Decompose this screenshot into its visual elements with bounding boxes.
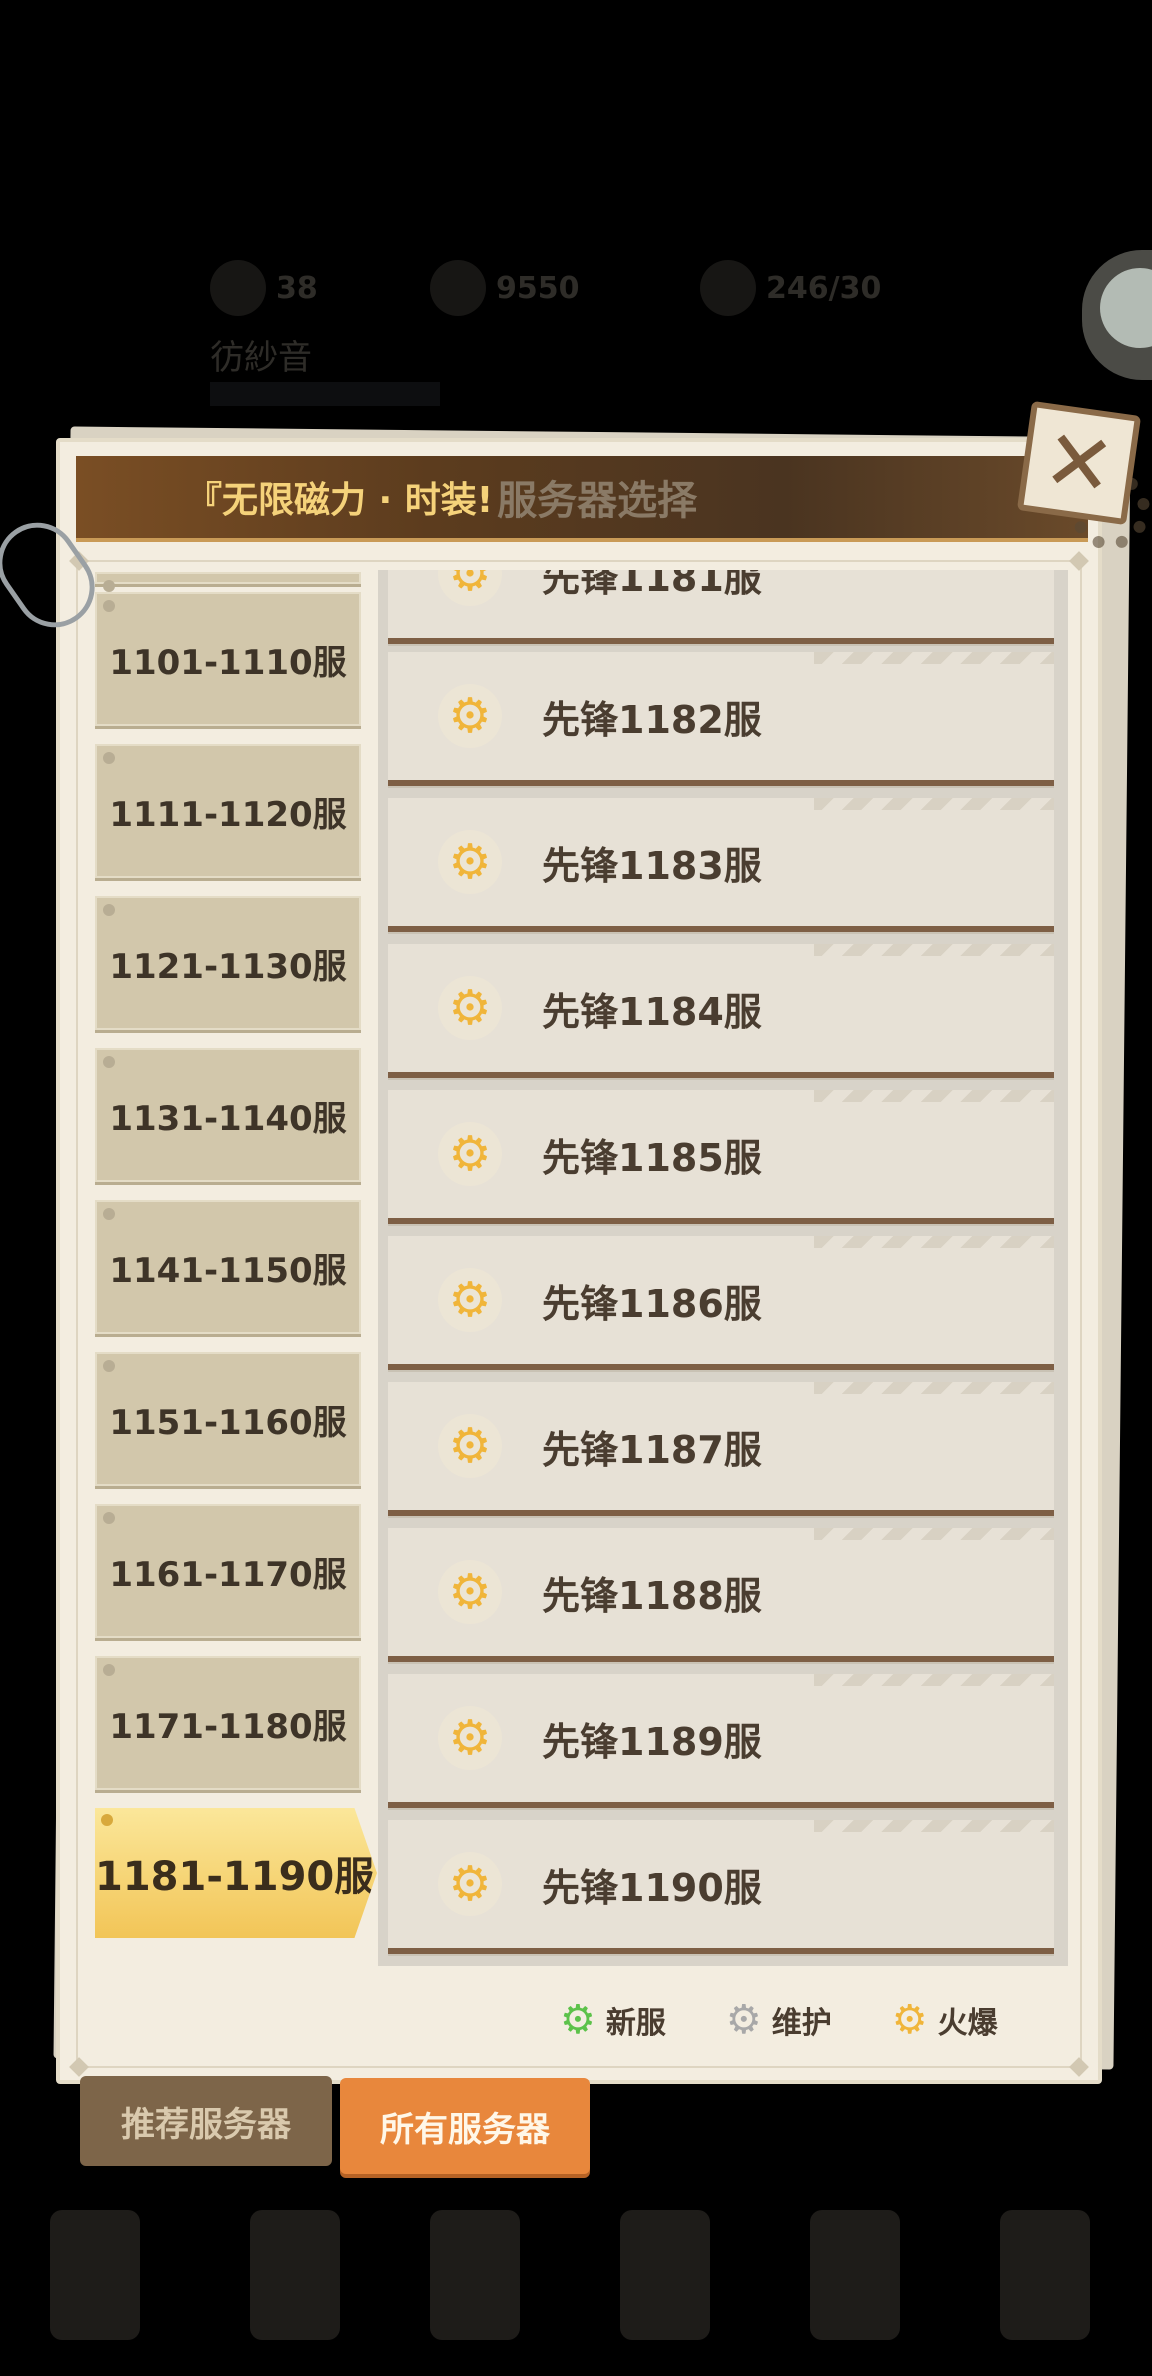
server-item-1182[interactable]: ⚙ 先锋1182服 xyxy=(388,652,1054,786)
server-item-1186[interactable]: ⚙ 先锋1186服 xyxy=(388,1236,1054,1370)
hot-status-gear-icon: ⚙ xyxy=(438,976,502,1040)
hud-stat-stamina: 246/30 xyxy=(700,260,881,316)
player-name: 彷紗音 xyxy=(210,338,312,378)
range-item-1161-1170[interactable]: 1161-1170服 xyxy=(95,1504,361,1638)
power-icon xyxy=(430,260,486,316)
status-legend: ⚙ 新服 ⚙ 维护 ⚙ 火爆 xyxy=(560,1998,998,2042)
hot-status-gear-icon: ⚙ xyxy=(438,1122,502,1186)
hot-status-gear-icon: ⚙ xyxy=(438,1706,502,1770)
hot-status-gear-icon: ⚙ xyxy=(438,1560,502,1624)
range-item-1131-1140[interactable]: 1131-1140服 xyxy=(95,1048,361,1182)
server-item-1183[interactable]: ⚙ 先锋1183服 xyxy=(388,798,1054,932)
hud-stat-level: 38 xyxy=(210,260,318,316)
range-item-1181-1190-selected[interactable]: 1181-1190服 xyxy=(95,1808,377,1938)
server-item-1184[interactable]: ⚙ 先锋1184服 xyxy=(388,944,1054,1078)
nav-item xyxy=(1000,2210,1090,2340)
panel-header: 『无限磁力 · 时装! 服务器选择 xyxy=(76,456,1088,542)
helmet-icon xyxy=(210,260,266,316)
range-item-1121-1130[interactable]: 1121-1130服 xyxy=(95,896,361,1030)
nav-item xyxy=(50,2210,140,2340)
nav-item xyxy=(250,2210,340,2340)
server-item-1189[interactable]: ⚙ 先锋1189服 xyxy=(388,1674,1054,1808)
server-item-1185[interactable]: ⚙ 先锋1185服 xyxy=(388,1090,1054,1224)
legend-maintenance: ⚙ 维护 xyxy=(725,1997,832,2043)
maintenance-status-gear-icon: ⚙ xyxy=(725,1997,762,2043)
legend-new: ⚙ 新服 xyxy=(560,1997,666,2043)
background-bottom-nav xyxy=(0,2150,1152,2376)
hot-status-gear-icon: ⚙ xyxy=(438,1852,502,1916)
nav-item xyxy=(430,2210,520,2340)
server-item-1187[interactable]: ⚙ 先锋1187服 xyxy=(388,1382,1054,1516)
background-hud: 38 9550 246/30 彷紗音 xyxy=(0,230,1152,430)
legend-hot: ⚙ 火爆 xyxy=(891,1997,998,2043)
stamina-icon xyxy=(700,260,756,316)
range-item-1101-1110[interactable]: 1101-1110服 xyxy=(95,592,361,726)
range-item-1151-1160[interactable]: 1151-1160服 xyxy=(95,1352,361,1486)
close-button[interactable]: ✕ xyxy=(1016,400,1142,526)
nav-item xyxy=(620,2210,710,2340)
exp-bar xyxy=(210,382,440,406)
server-list[interactable]: ⚙ 先锋1181服 ⚙ 先锋1182服 ⚙ 先锋1183服 ⚙ 先锋1184服 … xyxy=(378,570,1068,1966)
hot-status-gear-icon: ⚙ xyxy=(438,570,502,606)
panel-title: 服务器选择 xyxy=(497,478,698,524)
hot-status-gear-icon: ⚙ xyxy=(438,1414,502,1478)
hud-stat-power: 9550 xyxy=(430,260,580,316)
server-item-1181[interactable]: ⚙ 先锋1181服 xyxy=(388,570,1054,644)
server-item-1190[interactable]: ⚙ 先锋1190服 xyxy=(388,1820,1054,1954)
hot-status-gear-icon: ⚙ xyxy=(438,684,502,748)
hot-status-gear-icon: ⚙ xyxy=(891,1997,928,2043)
nav-item xyxy=(810,2210,900,2340)
range-item-1111-1120[interactable]: 1111-1120服 xyxy=(95,744,361,878)
range-item-1171-1180[interactable]: 1171-1180服 xyxy=(95,1656,361,1790)
hot-status-gear-icon: ⚙ xyxy=(438,1268,502,1332)
promo-text: 『无限磁力 · 时装! xyxy=(186,480,494,521)
hot-status-gear-icon: ⚙ xyxy=(438,830,502,894)
new-status-gear-icon: ⚙ xyxy=(560,1997,596,2043)
range-item-1141-1150[interactable]: 1141-1150服 xyxy=(95,1200,361,1334)
close-icon: ✕ xyxy=(1037,409,1121,517)
range-item-partial xyxy=(95,572,361,592)
server-item-1188[interactable]: ⚙ 先锋1188服 xyxy=(388,1528,1054,1662)
